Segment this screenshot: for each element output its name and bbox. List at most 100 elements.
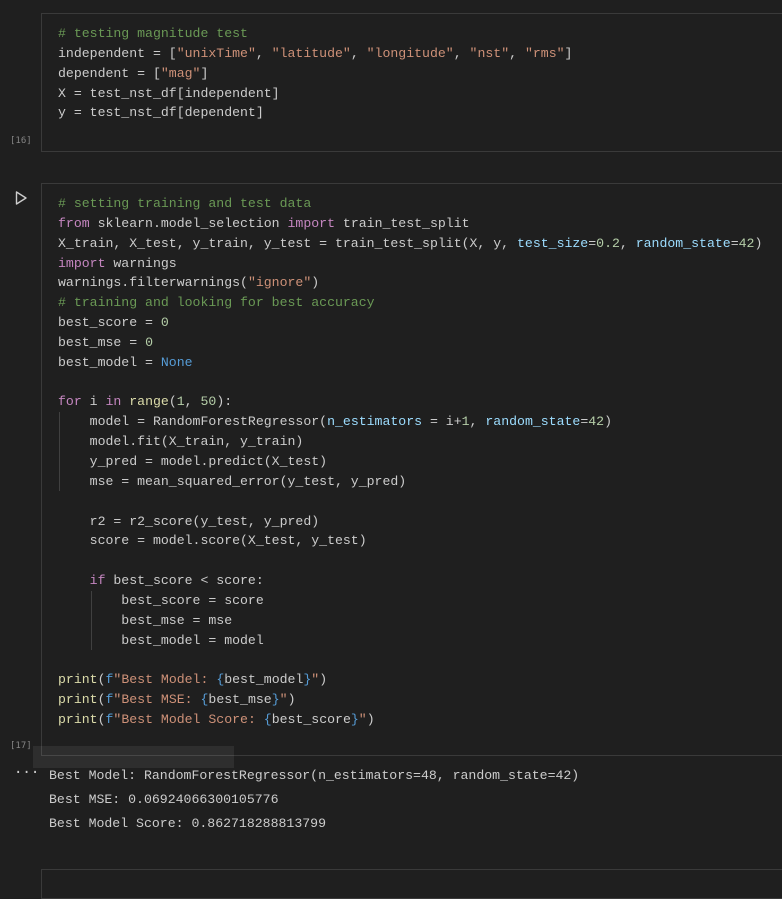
- code-line: best_score = score: [58, 592, 264, 608]
- code-token: (: [97, 672, 106, 688]
- code-token: ,: [453, 45, 470, 61]
- code-token: 0: [145, 334, 153, 350]
- code-token: score = model.score(X_test, y_test): [58, 533, 367, 549]
- code-line: y_pred = model.predict(X_test): [58, 454, 327, 469]
- output-line: Best MSE: 0.06924066300105776: [49, 792, 279, 807]
- code-token: # testing magnitude test: [58, 26, 248, 41]
- code-token: test_size: [517, 235, 589, 251]
- code-token: dependent = [: [58, 65, 161, 81]
- code-line: import warnings: [58, 256, 177, 271]
- code-cell-16[interactable]: # testing magnitude test independent = […: [41, 13, 782, 152]
- code-line: if best_score < score:: [58, 573, 264, 588]
- code-token: best_score < score:: [105, 573, 264, 589]
- code-token: independent = [: [58, 45, 177, 61]
- run-cell-button[interactable]: [13, 190, 29, 206]
- code-line: model = RandomForestRegressor(n_estimato…: [58, 414, 612, 429]
- code-token: =: [730, 235, 739, 251]
- code-token: in: [105, 394, 122, 410]
- code-line: print(f"Best MSE: {best_mse}"): [58, 692, 295, 707]
- code-token: ,: [255, 45, 272, 61]
- code-token: best_mse: [208, 692, 272, 708]
- code-token: }: [350, 711, 359, 727]
- code-token: ,: [350, 45, 367, 61]
- code-token: r2 = r2_score(y_test, y_pred): [58, 513, 320, 529]
- code-line: warnings.filterwarnings("ignore"): [58, 275, 319, 290]
- code-token: 0: [160, 315, 169, 331]
- code-line: independent = ["unixTime", "latitude", "…: [58, 46, 572, 61]
- code-token: y = test_nst_df[dependent]: [58, 105, 264, 121]
- code-line: mse = mean_squared_error(y_test, y_pred): [58, 473, 407, 489]
- code-token: "unixTime": [176, 45, 256, 61]
- code-token: "Best Model:: [113, 672, 217, 688]
- code-token: best_model: [224, 672, 304, 688]
- code-line: print(f"Best Model: {best_model}"): [58, 672, 327, 687]
- code-token: ): [366, 711, 375, 727]
- code-token: print: [58, 672, 98, 688]
- code-cell-17[interactable]: # setting training and test data from sk…: [41, 183, 782, 756]
- code-token: train_test_split: [335, 215, 470, 231]
- code-token: y_pred = model.predict(X_test): [58, 453, 328, 469]
- code-token: =: [588, 235, 597, 251]
- code-line: X = test_nst_df[independent]: [58, 86, 280, 101]
- code-token: for: [58, 394, 82, 410]
- code-token: 42: [738, 235, 755, 251]
- code-token: "longitude": [366, 45, 454, 61]
- code-line: for i in range(1, 50):: [58, 394, 232, 409]
- code-token: = i+: [422, 414, 462, 430]
- code-token: from: [58, 215, 90, 231]
- code-token: n_estimators: [327, 414, 423, 430]
- code-token: ": [358, 711, 367, 727]
- execution-count-17: [17]: [10, 741, 32, 751]
- code-line: dependent = ["mag"]: [58, 66, 208, 81]
- code-line: score = model.score(X_test, y_test): [58, 533, 367, 548]
- code-cell-next[interactable]: [41, 869, 782, 899]
- code-token: sklearn.model_selection: [89, 215, 288, 231]
- code-token: best_model =: [58, 354, 161, 370]
- code-token: ): [287, 692, 296, 708]
- code-token: mse = mean_squared_error(y_test, y_pred): [58, 473, 407, 489]
- code-editor-17[interactable]: # setting training and test data from sk…: [58, 194, 762, 730]
- code-token: ]: [564, 45, 573, 61]
- code-line: best_score = 0: [58, 315, 169, 330]
- more-options-icon[interactable]: ···: [14, 765, 39, 781]
- code-token: ): [311, 275, 320, 291]
- execution-count-16: [16]: [10, 136, 32, 146]
- code-token: "Best Model Score:: [113, 711, 264, 727]
- code-token: # training and looking for best accuracy: [58, 295, 375, 311]
- code-token: ,: [509, 45, 525, 61]
- code-token: warnings.filterwarnings(: [58, 275, 248, 291]
- code-token: model.fit(X_train, y_train): [58, 434, 304, 450]
- code-token: "ignore": [247, 275, 312, 291]
- code-token: warnings: [105, 255, 177, 271]
- code-token: ,: [469, 414, 486, 430]
- code-token: (: [97, 692, 106, 708]
- output-line: Best Model Score: 0.862718288813799: [49, 816, 326, 831]
- code-token: import: [58, 255, 106, 271]
- code-token: ): [604, 414, 613, 430]
- code-line: # training and looking for best accuracy: [58, 295, 375, 310]
- code-token: ): [319, 672, 328, 688]
- code-token: best_mse = mse: [58, 612, 233, 628]
- code-token: range: [129, 394, 169, 410]
- code-token: import: [287, 215, 335, 231]
- code-line: y = test_nst_df[dependent]: [58, 105, 264, 120]
- code-line: best_model = model: [58, 632, 264, 648]
- code-token: best_score =: [58, 315, 161, 331]
- code-token: 50: [200, 394, 217, 410]
- code-token: ": [279, 692, 288, 708]
- code-token: 1: [176, 394, 185, 410]
- code-line: from sklearn.model_selection import trai…: [58, 216, 470, 231]
- code-token: "mag": [160, 65, 201, 81]
- code-editor-16[interactable]: # testing magnitude test independent = […: [58, 24, 572, 123]
- code-token: best_model = model: [58, 632, 264, 648]
- code-token: "Best MSE:: [113, 692, 201, 708]
- code-token: 42: [588, 414, 605, 430]
- code-token: 1: [461, 414, 470, 430]
- code-token: i: [81, 394, 106, 410]
- code-token: random_state: [485, 414, 581, 430]
- code-token: "rms": [524, 45, 565, 61]
- code-line: best_model = None: [58, 355, 193, 370]
- code-token: best_mse =: [58, 334, 146, 350]
- code-token: best_score = score: [58, 592, 264, 608]
- code-token: random_state: [635, 235, 731, 251]
